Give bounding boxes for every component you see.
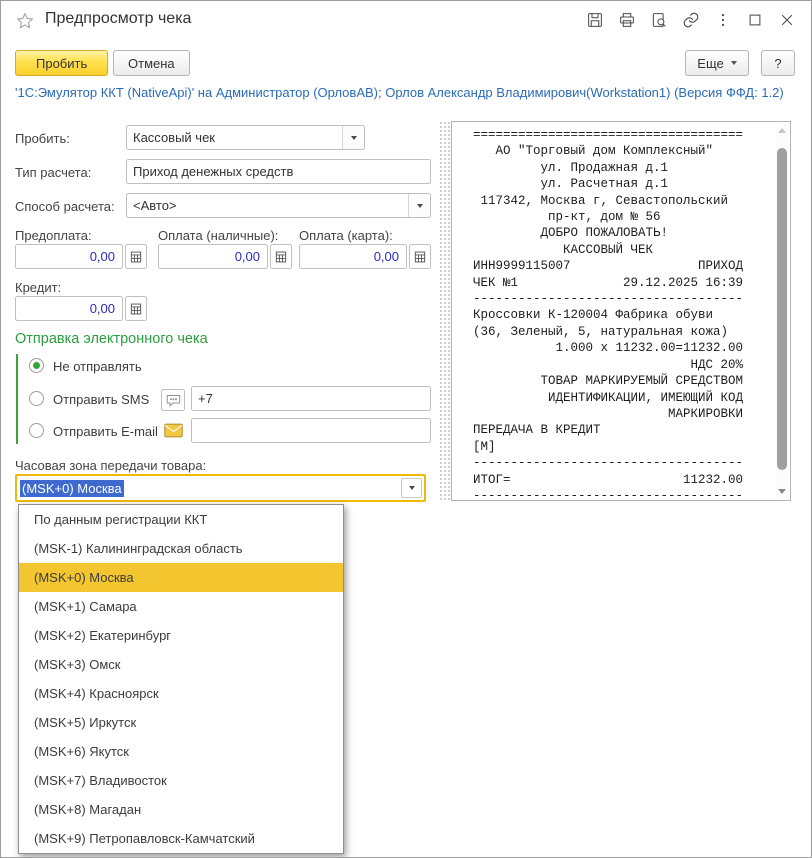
chevron-down-icon [416, 203, 423, 208]
timezone-option[interactable]: По данным регистрации ККТ [19, 505, 343, 534]
restore-window-icon[interactable] [744, 9, 765, 30]
help-button[interactable]: ? [761, 50, 795, 76]
receipt-scrollbar[interactable] [775, 123, 789, 499]
timezone-option[interactable]: (MSK+6) Якутск [19, 737, 343, 766]
calculator-button[interactable] [125, 244, 147, 269]
timezone-dropdown-list: По данным регистрации ККТ (MSK-1) Калини… [18, 504, 344, 854]
email-input-value [192, 419, 430, 442]
ereceipt-section-header: Отправка электронного чека [15, 331, 208, 347]
prepayment-input[interactable]: 0,00 [15, 244, 123, 269]
timezone-option[interactable]: (MSK+9) Петропавловск-Камчатский [19, 824, 343, 853]
timezone-option[interactable]: (MSK+3) Омск [19, 650, 343, 679]
operation-dropdown-button[interactable] [342, 126, 364, 149]
timezone-dropdown-button[interactable] [401, 478, 422, 498]
timezone-option[interactable]: (MSK+1) Самара [19, 592, 343, 621]
timezone-option[interactable]: (MSK+4) Красноярск [19, 679, 343, 708]
calc-type-value: Приход денежных средств [133, 164, 294, 179]
phone-input-value: +7 [198, 391, 213, 406]
card-input[interactable]: 0,00 [299, 244, 407, 269]
email-input[interactable] [191, 418, 431, 443]
more-button-label: Еще [697, 55, 724, 71]
email-icon [164, 423, 183, 443]
timezone-option[interactable]: (MSK+8) Магадан [19, 795, 343, 824]
device-info-text: '1С:Эмулятор ККТ (NativeApi)' на Админис… [15, 85, 784, 100]
sms-template-button[interactable] [161, 389, 185, 411]
window-title: Предпросмотр чека [45, 10, 192, 27]
radio-send-email[interactable] [29, 423, 44, 438]
calc-type-label: Тип расчета: [15, 165, 92, 180]
cash-field: 0,00 [158, 244, 292, 269]
calc-method-combobox[interactable]: <Авто> [126, 193, 431, 218]
preview-icon[interactable] [648, 9, 669, 30]
title-bar: Предпросмотр чека [1, 1, 811, 39]
cancel-button[interactable]: Отмена [113, 50, 190, 76]
credit-field: 0,00 [15, 296, 147, 321]
card-field: 0,00 [299, 244, 431, 269]
radio-not-send[interactable] [29, 358, 44, 373]
close-icon[interactable] [776, 9, 797, 30]
link-icon[interactable] [680, 9, 701, 30]
operation-value: Кассовый чек [133, 130, 215, 145]
operation-label: Пробить: [15, 131, 70, 146]
calc-method-dropdown-button[interactable] [408, 194, 430, 217]
scroll-down-icon[interactable] [778, 489, 786, 494]
timezone-selected-text: (MSK+0) Москва [20, 479, 124, 497]
radio-not-send-label: Не отправлять [53, 359, 142, 374]
receipt-preview-dialog: Предпросмотр чека Пробить Отмена Еще ? '… [0, 0, 812, 858]
save-icon[interactable] [584, 9, 605, 30]
chevron-down-icon [350, 135, 357, 140]
operation-combobox[interactable]: Кассовый чек [126, 125, 365, 150]
favorite-star-icon[interactable] [15, 11, 35, 31]
calc-method-value: <Авто> [133, 198, 177, 213]
radio-send-sms[interactable] [29, 391, 44, 406]
calculator-button[interactable] [409, 244, 431, 269]
credit-label: Кредит: [15, 280, 62, 295]
splitter-handle[interactable] [439, 121, 451, 501]
timezone-option[interactable]: (MSK-1) Калининградская область [19, 534, 343, 563]
print-icon[interactable] [616, 9, 637, 30]
timezone-label: Часовая зона передачи товара: [15, 458, 207, 473]
cash-input[interactable]: 0,00 [158, 244, 268, 269]
receipt-text: ==================================== АО … [473, 128, 744, 500]
timezone-option[interactable]: (MSK+5) Иркутск [19, 708, 343, 737]
scroll-up-icon[interactable] [778, 128, 786, 133]
scrollbar-thumb[interactable] [777, 148, 787, 470]
phone-input[interactable]: +7 [191, 386, 431, 411]
calculator-button[interactable] [270, 244, 292, 269]
timezone-option-selected[interactable]: (MSK+0) Москва [19, 563, 343, 592]
cash-label: Оплата (наличные): [158, 228, 279, 243]
timezone-option[interactable]: (MSK+2) Екатеринбург [19, 621, 343, 650]
chevron-down-icon [730, 61, 737, 65]
submit-button[interactable]: Пробить [15, 50, 109, 76]
credit-input[interactable]: 0,00 [15, 296, 123, 321]
radio-send-email-label: Отправить E-mail [53, 424, 158, 439]
timezone-option[interactable]: (MSK+7) Владивосток [19, 766, 343, 795]
card-label: Оплата (карта): [299, 228, 393, 243]
prepayment-field: 0,00 [15, 244, 147, 269]
window-controls [584, 9, 797, 30]
receipt-preview-panel: ==================================== АО … [451, 121, 791, 501]
group-border [16, 354, 18, 444]
chevron-down-icon [408, 486, 415, 490]
prepayment-label: Предоплата: [15, 228, 92, 243]
calculator-button[interactable] [125, 296, 147, 321]
more-button[interactable]: Еще [685, 50, 749, 76]
calc-method-label: Способ расчета: [15, 199, 115, 214]
kebab-menu-icon[interactable] [712, 9, 733, 30]
calc-type-input[interactable]: Приход денежных средств [126, 159, 431, 184]
radio-send-sms-label: Отправить SMS [53, 392, 150, 407]
timezone-combobox[interactable]: (MSK+0) Москва [15, 474, 426, 502]
